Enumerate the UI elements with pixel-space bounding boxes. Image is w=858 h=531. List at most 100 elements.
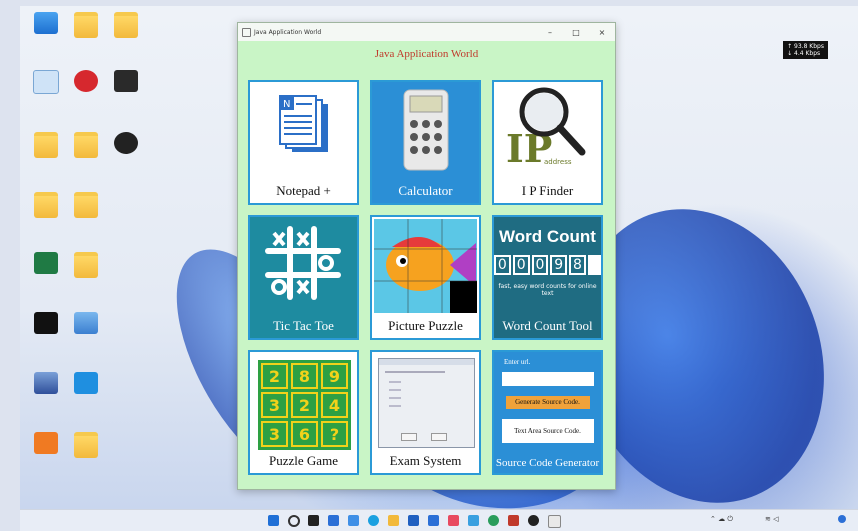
wifi-icon[interactable]: ≋ ◁ [765,515,789,526]
m-logo-icon [74,70,98,92]
fish-puzzle-icon [374,219,477,313]
maximize-button[interactable]: □ [563,28,589,37]
app-heading: Java Application World [374,48,479,60]
tile-label: Source Code Generator [495,457,600,469]
digit: 0 [494,255,511,275]
audio-bars-icon [34,312,58,334]
desktop-icon-folder[interactable] [60,432,112,458]
network-speed: ↑ 93.8 Kbps ↓ 4.4 Kbps [783,41,828,59]
tile-label: Notepad + [276,183,331,198]
digit: 0 [512,255,530,275]
excel-icon [34,252,58,274]
grid-cell: 4 [321,392,348,418]
notification-icon[interactable] [838,515,846,523]
magnifier-icon: IP address [506,87,586,171]
digit: 9 [550,255,568,275]
recorder-icon [114,70,138,92]
url-label: Enter url. [504,358,531,366]
tile-label: Calculator [398,183,453,198]
folder-icon [74,12,98,38]
download-speed: ↓ 4.4 Kbps [787,50,821,57]
grid-cell: 2 [291,392,318,418]
obs-icon [114,132,138,154]
address-text: address [544,158,572,166]
java-app-icon [242,27,251,37]
tile-puzzle-game[interactable]: 2 8 9 3 2 4 3 6 ? Puzzle Game [248,350,359,475]
recycle-bin-icon [33,70,59,94]
tile-label: Puzzle Game [269,453,338,468]
desktop-icon-folder[interactable] [60,192,112,218]
task-view-icon[interactable] [308,515,319,526]
close-button[interactable]: × [589,28,615,37]
grid-cell: 3 [261,421,288,447]
tile-exam-system[interactable]: Exam System [370,350,481,475]
desktop-icon-obs[interactable] [100,132,152,154]
monitor-icon [34,12,58,34]
folder-icon [74,432,98,458]
cursor-block [587,255,601,275]
tic-tac-toe-icon [265,226,341,300]
app-icon[interactable] [448,515,459,526]
grid-cell: 6 [291,421,318,447]
tile-ip-finder[interactable]: IP address I P Finder [492,80,603,205]
svg-text:N: N [283,99,290,110]
tile-tic-tac-toe[interactable]: Tic Tac Toe [248,215,359,340]
window-titlebar[interactable]: Java Application World – □ × [238,23,615,41]
generate-button-preview: Generate Source Code. [505,396,590,409]
java-app-icon[interactable] [548,515,561,528]
desktop-icon-folder[interactable] [60,252,112,278]
tile-notepad[interactable]: N Notepad + [248,80,359,205]
tile-label: Picture Puzzle [388,318,463,333]
word-count-title: Word Count [499,227,596,246]
store-icon[interactable] [408,515,419,526]
obs-icon[interactable] [528,515,539,526]
folder-icon [74,132,98,158]
vscode-icon [74,372,98,394]
tile-word-count[interactable]: Word Count 0 0 0 9 8 fast, easy word cou… [492,215,603,340]
app-icon [34,432,58,454]
tray-icons[interactable]: ⌃ ☁ ⏻ [710,515,750,526]
grid-cell: 9 [321,363,348,389]
tile-source-code-generator[interactable]: Enter url. Generate Source Code. Text Ar… [492,350,603,475]
app-icon[interactable] [468,515,479,526]
virtualbox-icon [34,372,58,394]
folder-icon [34,192,58,218]
folder-icon [114,12,138,38]
text-area-preview: Text Area Source Code. [501,419,594,443]
grid-cell: ? [321,421,348,447]
folder-icon [74,192,98,218]
tile-calculator[interactable]: Calculator [370,80,481,205]
word-count-tagline: fast, easy word counts for online text [498,283,597,297]
exam-window-preview [378,358,475,448]
minimize-button[interactable]: – [537,28,563,37]
edge-icon[interactable] [368,515,379,526]
widgets-icon[interactable] [328,515,339,526]
recorder-icon[interactable] [508,515,519,526]
desktop-icon-control-panel[interactable] [60,312,112,334]
folder-icon [74,252,98,278]
url-input-preview [501,372,594,386]
digit: 0 [531,255,549,275]
chat-icon[interactable] [348,515,359,526]
file-explorer-icon[interactable] [388,515,399,526]
desktop-icon-folder[interactable] [100,12,152,38]
chrome-icon[interactable] [488,515,499,526]
start-icon[interactable] [268,515,279,526]
tile-label: I P Finder [521,183,574,198]
search-icon[interactable] [288,515,300,527]
desktop-icon-vscode[interactable] [60,372,112,394]
notepad-icon: N [279,95,328,152]
desktop-icon-recorder[interactable] [100,70,152,92]
digit-counter: 0 0 0 9 8 [494,255,601,275]
grid-cell: 2 [261,363,288,389]
desktop: ↑ 93.8 Kbps ↓ 4.4 Kbps Java Application … [20,6,858,509]
window-title: Java Application World [254,28,322,36]
mail-icon[interactable] [428,515,439,526]
grid-cell: 8 [291,363,318,389]
java-app-window[interactable]: Java Application World – □ × Java Applic… [237,22,616,490]
grid-cell: 3 [261,392,288,418]
calculator-icon [403,89,449,171]
control-panel-icon [74,312,98,334]
tile-picture-puzzle[interactable]: Picture Puzzle [370,215,481,340]
tile-label: Exam System [389,453,462,468]
